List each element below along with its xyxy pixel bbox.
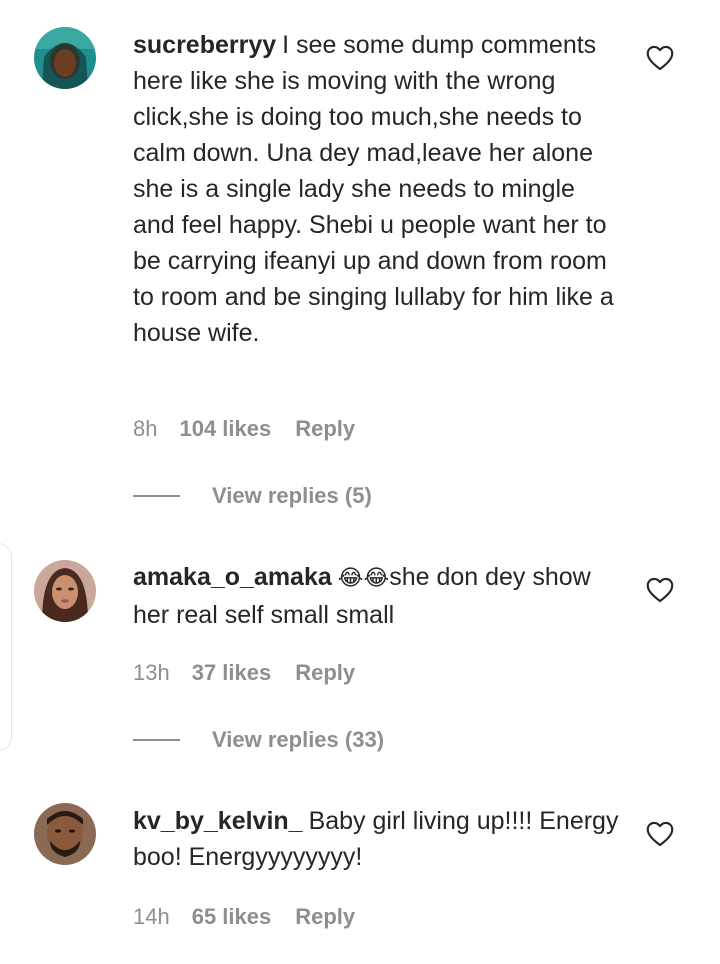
comment-time: 13h <box>133 660 170 685</box>
comment-body: amaka_o_amaka 😂😂she don dey show her real… <box>133 559 623 633</box>
comment-time: 8h <box>133 416 158 441</box>
divider-line <box>133 739 180 741</box>
reply-button[interactable]: Reply <box>295 416 355 441</box>
comment-username[interactable]: amaka_o_amaka <box>133 563 332 591</box>
reply-thread-indicator <box>0 543 12 751</box>
comment-username[interactable]: sucreberryy <box>133 31 276 59</box>
comment-text: I see some dump comments here like she i… <box>133 31 614 347</box>
like-heart-icon[interactable] <box>646 577 674 603</box>
like-heart-icon[interactable] <box>646 45 674 71</box>
view-replies-button[interactable]: View replies (33) <box>133 725 384 755</box>
view-replies-button[interactable]: View replies (5) <box>133 481 372 511</box>
reply-button[interactable]: Reply <box>295 660 355 685</box>
comment-meta: 14h 65 likes Reply <box>133 904 355 930</box>
comment-likes[interactable]: 37 likes <box>192 660 272 685</box>
avatar[interactable] <box>34 560 96 622</box>
reply-button[interactable]: Reply <box>295 904 355 929</box>
comment-meta: 13h 37 likes Reply <box>133 660 355 686</box>
divider-line <box>133 495 180 497</box>
view-replies-label: View replies (5) <box>212 483 372 508</box>
comment-likes[interactable]: 104 likes <box>179 416 271 441</box>
like-heart-icon[interactable] <box>646 821 674 847</box>
comment-likes[interactable]: 65 likes <box>192 904 272 929</box>
avatar[interactable] <box>34 803 96 865</box>
comment-username[interactable]: kv_by_kelvin_ <box>133 807 303 835</box>
laughing-emoji-icon: 😂😂 <box>337 566 390 591</box>
avatar[interactable] <box>34 27 96 89</box>
comment-body: sucreberryy I see some dump comments here… <box>133 27 623 351</box>
view-replies-label: View replies (33) <box>212 727 385 752</box>
comment-time: 14h <box>133 904 170 929</box>
comment-body: kv_by_kelvin_ Baby girl living up!!!! Ene… <box>133 803 623 875</box>
comment-meta: 8h 104 likes Reply <box>133 416 355 442</box>
